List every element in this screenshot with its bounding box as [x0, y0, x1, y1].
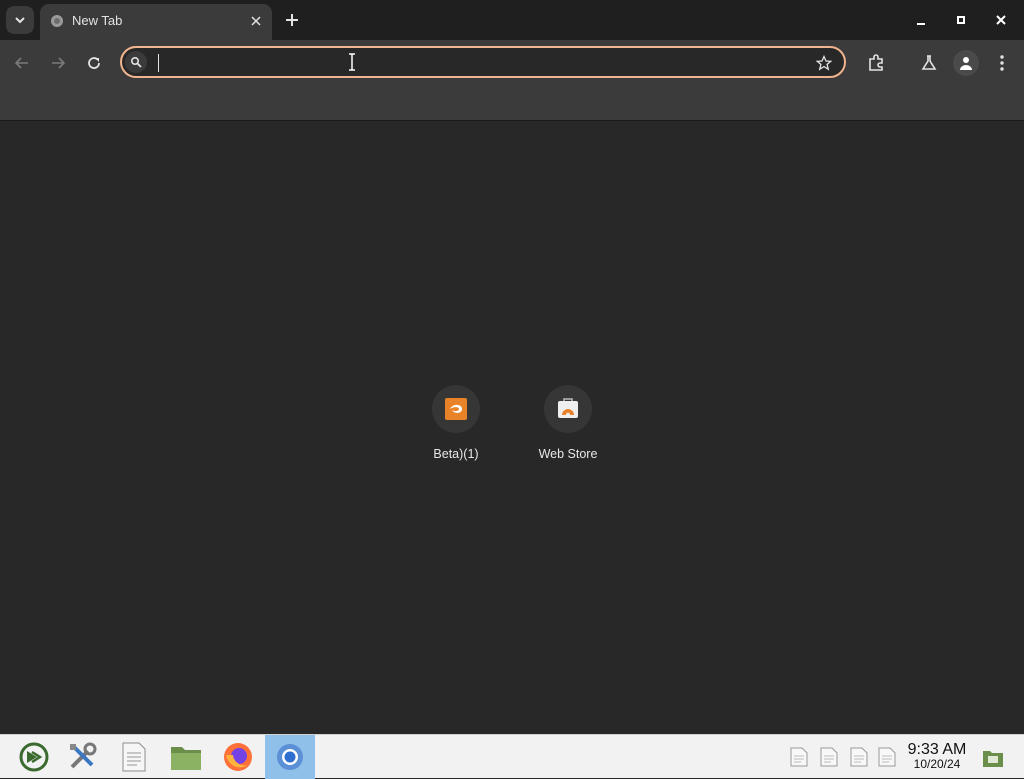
plus-icon: [286, 14, 298, 26]
browser-toolbar: [0, 40, 1024, 86]
new-tab-button[interactable]: [280, 8, 304, 32]
tab-new-tab[interactable]: New Tab: [40, 4, 272, 40]
text-caret: [158, 54, 159, 72]
chevron-down-icon: [15, 17, 25, 24]
document-icon[interactable]: [850, 747, 868, 767]
shortcut-tile: [544, 385, 592, 433]
arrow-left-icon: [14, 57, 28, 69]
minimize-icon: [917, 23, 925, 25]
text-cursor-icon: [349, 53, 355, 71]
file-manager-icon[interactable]: [161, 735, 211, 779]
shortcut-web-store[interactable]: Web Store: [523, 385, 613, 461]
text-editor-icon[interactable]: [109, 735, 159, 779]
mint-menu-icon[interactable]: [9, 735, 59, 779]
shortcut-label: Beta)(1): [433, 447, 479, 461]
tab-search-button[interactable]: [6, 6, 34, 34]
profile-button[interactable]: [953, 50, 979, 76]
reload-button[interactable]: [81, 50, 107, 76]
title-bar: New Tab: [0, 0, 1024, 40]
arrow-right-icon: [52, 57, 66, 69]
person-icon: [960, 57, 972, 70]
clock[interactable]: 9:33 AM 10/20/24: [902, 741, 972, 771]
more-vert-icon: [1000, 55, 1004, 71]
tab-title: New Tab: [72, 13, 123, 28]
star-icon: [816, 55, 832, 71]
close-window-button[interactable]: [987, 6, 1015, 34]
labs-button[interactable]: [917, 51, 941, 75]
taskbar: 9:33 AM 10/20/24: [0, 734, 1024, 779]
shortcut-tile: [432, 385, 480, 433]
maximize-icon: [957, 16, 965, 24]
shortcut-beta[interactable]: Beta)(1): [411, 385, 501, 461]
back-button[interactable]: [9, 50, 35, 76]
document-icon[interactable]: [790, 747, 808, 767]
close-icon: [251, 16, 261, 26]
settings-tools-icon[interactable]: [57, 735, 107, 779]
bookmark-star-button[interactable]: [814, 53, 834, 73]
web-store-icon: [558, 398, 578, 418]
flask-icon: [921, 55, 937, 70]
forward-button[interactable]: [45, 50, 71, 76]
clock-date: 10/20/24: [913, 757, 961, 771]
extensions-button[interactable]: [864, 51, 888, 75]
close-icon: [996, 15, 1006, 25]
close-tab-button[interactable]: [248, 13, 264, 29]
bookmarks-bar: [0, 86, 1024, 121]
show-desktop-icon[interactable]: [982, 747, 1004, 769]
puzzle-icon: [869, 54, 883, 71]
clock-time: 9:33 AM: [907, 741, 967, 758]
minimize-button[interactable]: [907, 6, 935, 34]
reload-icon: [88, 57, 100, 69]
search-icon: [125, 51, 147, 73]
document-icon[interactable]: [820, 747, 838, 767]
document-icon[interactable]: [878, 747, 896, 767]
orange-app-icon: [445, 398, 467, 420]
maximize-button[interactable]: [947, 6, 975, 34]
address-bar[interactable]: [120, 46, 846, 78]
chrome-icon[interactable]: [265, 735, 315, 779]
globe-icon: [51, 15, 63, 27]
menu-button[interactable]: [990, 51, 1014, 75]
address-input[interactable]: [156, 52, 796, 74]
shortcut-label: Web Store: [538, 447, 598, 461]
firefox-icon[interactable]: [213, 735, 263, 779]
